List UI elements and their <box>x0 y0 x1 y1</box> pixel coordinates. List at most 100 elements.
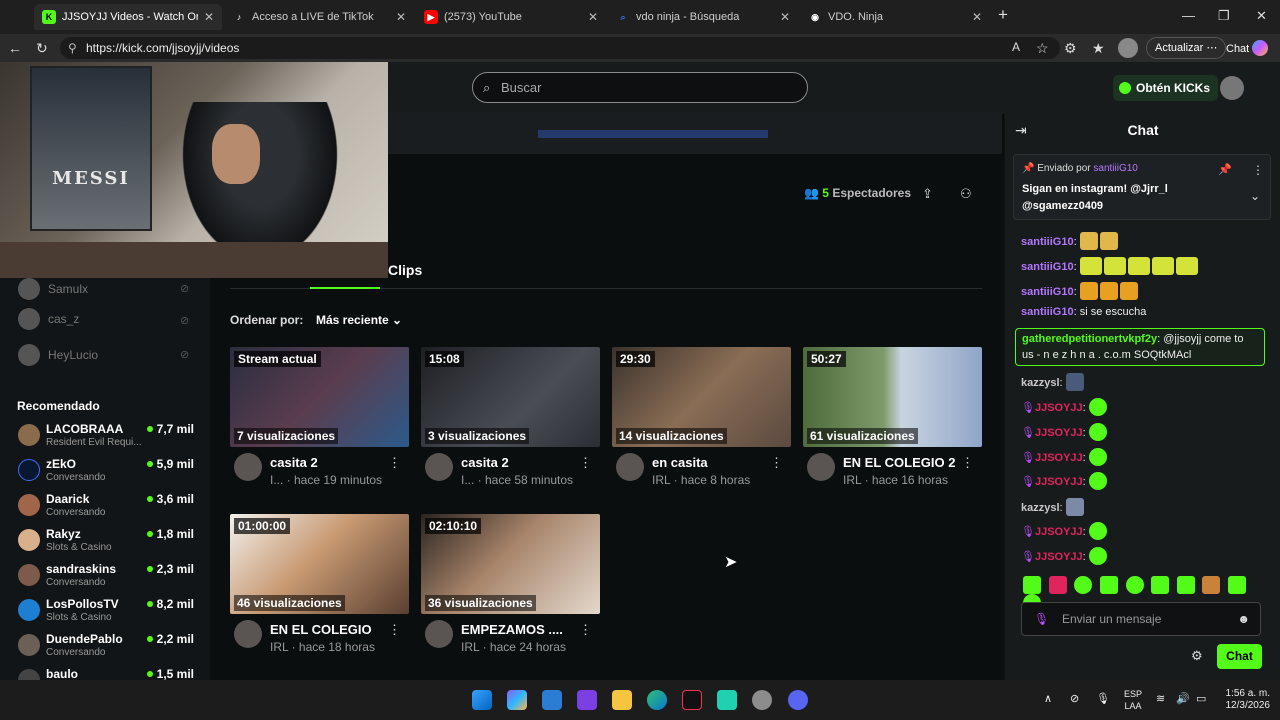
more-options-icon[interactable]: ⋮ <box>388 622 401 638</box>
video-thumbnail[interactable]: 29:30 14 visualizaciones <box>612 347 791 447</box>
tab-tiktok[interactable]: ♪ Acceso a LIVE de TikTok ✕ <box>224 4 414 30</box>
sort-dropdown[interactable]: Más reciente ⌄ <box>316 313 402 327</box>
following-item[interactable]: Samulx <box>18 278 88 300</box>
follow-user-icon[interactable]: ⚇ <box>960 186 972 202</box>
notifications-off-icon[interactable]: ⊘ <box>1070 692 1079 705</box>
minimize-icon[interactable]: — <box>1182 8 1195 23</box>
chat-username[interactable]: gatheredpetitionertvkpf2y <box>1022 333 1157 345</box>
tab-clips[interactable]: Clips <box>388 262 422 278</box>
windows-start-icon[interactable] <box>472 690 492 710</box>
volume-icon[interactable]: 🔊 <box>1176 692 1190 705</box>
video-card[interactable]: 29:30 14 visualizaciones en casita IRL ·… <box>612 347 791 497</box>
recommended-item[interactable]: zEkO Conversando 5,9 mil <box>18 457 198 487</box>
get-kicks-button[interactable]: Obtén KICKs <box>1113 75 1219 101</box>
copilot-app-icon[interactable] <box>507 690 527 710</box>
copilot-chat-button[interactable]: Chat <box>1226 40 1269 56</box>
tab-vdo-ninja[interactable]: ◉ VDO. Ninja ✕ <box>800 4 990 30</box>
new-tab-icon[interactable]: + <box>998 5 1008 25</box>
video-thumbnail[interactable]: 02:10:10 36 visualizaciones <box>421 514 600 614</box>
chat-username[interactable]: JJSOYJJ <box>1035 476 1083 488</box>
video-thumbnail[interactable]: 50:27 61 visualizaciones <box>803 347 982 447</box>
close-icon[interactable]: ✕ <box>588 10 598 24</box>
discord-icon[interactable] <box>788 690 808 710</box>
close-icon[interactable]: ✕ <box>972 10 982 24</box>
more-options-icon[interactable]: ⋮ <box>770 455 783 471</box>
send-chat-button[interactable]: Chat <box>1217 644 1262 669</box>
chat-username[interactable]: kazzysl <box>1021 377 1060 389</box>
emoji-icon[interactable]: ☻ <box>1237 603 1250 635</box>
tab-search[interactable]: ⌕ vdo ninja - Búsqueda ✕ <box>608 4 798 30</box>
gear-icon[interactable]: ⚙ <box>1191 648 1203 664</box>
video-thumbnail[interactable]: 15:08 3 visualizaciones <box>421 347 600 447</box>
url-field[interactable]: ⚲ https://kick.com/jjsoyjj/videos <box>60 37 1060 59</box>
update-button[interactable]: Actualizar ⋯ <box>1146 37 1227 59</box>
video-title[interactable]: casita 2 <box>270 455 318 470</box>
settings-icon[interactable] <box>752 690 772 710</box>
recommended-item[interactable]: sandraskins Conversando 2,3 mil <box>18 562 198 592</box>
maximize-icon[interactable]: ❐ <box>1218 8 1230 24</box>
extensions-icon[interactable]: ⚙ <box>1064 40 1077 57</box>
recommended-item[interactable]: LosPollosTV Slots & Casino 8,2 mil <box>18 597 198 627</box>
recommended-item[interactable]: Daarick Conversando 3,6 mil <box>18 492 198 522</box>
video-card[interactable]: Stream actual 7 visualizaciones casita 2… <box>230 347 409 497</box>
user-avatar[interactable] <box>1220 76 1244 100</box>
android-app-icon[interactable] <box>717 690 737 710</box>
chat-message-input[interactable]: 🎙 Enviar un mensaje ☻ <box>1021 602 1261 636</box>
video-thumbnail[interactable]: 01:00:00 46 visualizaciones <box>230 514 409 614</box>
more-options-icon[interactable]: ⋮ <box>961 455 974 471</box>
read-aloud-icon[interactable]: A <box>1012 40 1020 54</box>
chat-username[interactable]: santiiiG10 <box>1021 261 1074 273</box>
unpin-icon[interactable]: 📌 <box>1218 163 1232 176</box>
favorite-star-icon[interactable]: ☆ <box>1036 40 1049 57</box>
tab-kick[interactable]: K JJSOYJJ Videos - Watch On-Deman ✕ <box>34 4 222 30</box>
chat-username[interactable]: santiiiG10 <box>1021 236 1074 248</box>
following-item[interactable]: HeyLucio <box>18 344 98 366</box>
video-card[interactable]: 01:00:00 46 visualizaciones EN EL COLEGI… <box>230 514 409 664</box>
refresh-icon[interactable]: ↻ <box>36 40 48 57</box>
emote-icon[interactable] <box>1023 576 1041 594</box>
chat-username[interactable]: santiiiG10 <box>1021 306 1074 318</box>
emote-icon[interactable] <box>1099 576 1118 594</box>
chevron-down-icon[interactable]: ⌄ <box>1250 189 1260 203</box>
wifi-icon[interactable]: ≋ <box>1156 692 1165 705</box>
recommended-item[interactable]: baulo 1,5 mil <box>18 667 198 680</box>
window-close-icon[interactable]: ✕ <box>1256 8 1267 24</box>
more-options-icon[interactable]: ⋮ <box>388 455 401 471</box>
language-indicator[interactable]: ESP LAA <box>1124 688 1142 712</box>
back-icon[interactable]: ← <box>8 40 22 56</box>
recommended-item[interactable]: DuendePablo Conversando 2,2 mil <box>18 632 198 662</box>
chat-username[interactable]: JJSOYJJ <box>1035 526 1083 538</box>
video-card[interactable]: 15:08 3 visualizaciones casita 2 I... · … <box>421 347 600 497</box>
close-icon[interactable]: ✕ <box>204 10 214 24</box>
chat-username[interactable]: kazzysl <box>1021 502 1060 514</box>
video-title[interactable]: en casita <box>652 455 708 470</box>
emote-icon[interactable] <box>1202 576 1221 594</box>
video-title[interactable]: EMPEZAMOS .... <box>461 622 563 637</box>
channel-avatar[interactable] <box>425 620 453 648</box>
emote-icon[interactable] <box>1125 576 1144 594</box>
chat-username[interactable]: JJSOYJJ <box>1035 402 1083 414</box>
channel-avatar[interactable] <box>234 453 262 481</box>
more-options-icon[interactable]: ⋮ <box>1252 163 1264 177</box>
emote-icon[interactable] <box>1048 576 1067 594</box>
video-title[interactable]: EN EL COLEGIO <box>270 622 372 637</box>
channel-avatar[interactable] <box>425 453 453 481</box>
emote-icon[interactable] <box>1176 576 1195 594</box>
emote-icon[interactable] <box>1074 576 1093 594</box>
emote-icon[interactable] <box>1228 576 1246 594</box>
edge-icon[interactable] <box>647 690 667 710</box>
battery-icon[interactable]: ▭ <box>1196 692 1206 705</box>
microphone-icon[interactable]: 🎙 <box>1096 692 1110 705</box>
close-icon[interactable]: ✕ <box>780 10 790 24</box>
channel-avatar[interactable] <box>807 453 835 481</box>
emote-icon[interactable] <box>1151 576 1170 594</box>
video-card[interactable]: 02:10:10 36 visualizaciones EMPEZAMOS ..… <box>421 514 600 664</box>
video-thumbnail[interactable]: Stream actual 7 visualizaciones <box>230 347 409 447</box>
site-info-icon[interactable]: ⚲ <box>68 37 77 59</box>
following-item[interactable]: cas_z <box>18 308 79 330</box>
chat-username[interactable]: JJSOYJJ <box>1035 427 1083 439</box>
profile-avatar[interactable] <box>1118 38 1138 58</box>
more-options-icon[interactable]: ⋮ <box>579 455 592 471</box>
chat-username[interactable]: santiiiG10 <box>1021 286 1074 298</box>
recommended-item[interactable]: Rakyz Slots & Casino 1,8 mil <box>18 527 198 557</box>
